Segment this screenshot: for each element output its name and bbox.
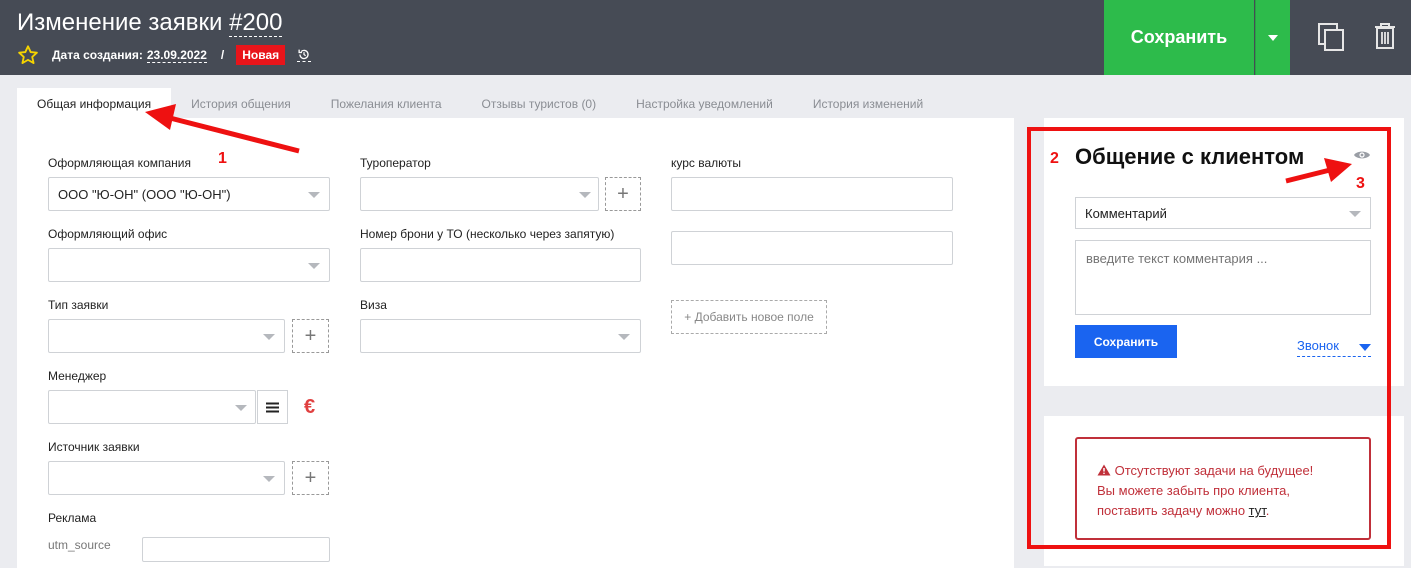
currency-icon[interactable]: € (304, 396, 315, 419)
header-bar: Изменение заявки #200 Дата создания: 23.… (0, 0, 1411, 75)
no-tasks-alert: Отсутствуют задачи на будущее! Вы можете… (1075, 437, 1371, 540)
alert-line-3-suffix: . (1265, 503, 1270, 518)
booking-input[interactable] (360, 248, 641, 282)
annotation-number-3: 3 (1356, 175, 1365, 192)
utm-source-label: utm_source (48, 538, 111, 552)
plus-icon: + (617, 182, 629, 205)
company-select[interactable]: ООО "Ю-ОН" (ООО "Ю-ОН") (48, 177, 330, 211)
status-badge[interactable]: Новая (236, 45, 286, 65)
company-value: ООО "Ю-ОН" (ООО "Ю-ОН") (58, 187, 231, 202)
utm-source-input[interactable] (142, 537, 330, 562)
rate-label: курс валюты (671, 156, 742, 170)
ads-label: Реклама (48, 511, 97, 525)
tab-tourist-reviews[interactable]: Отзывы туристов (0) (462, 88, 617, 118)
page-title: Изменение заявки #200 (17, 9, 283, 37)
extra-field-input[interactable] (671, 231, 953, 265)
company-label: Оформляющая компания (48, 156, 191, 170)
manager-list-button[interactable] (257, 390, 288, 424)
trash-icon[interactable] (1373, 22, 1397, 50)
plus-icon: + (304, 324, 317, 347)
alert-line-3: поставить задачу можно тут. (1097, 501, 1369, 521)
communication-title: Общение с клиентом (1075, 144, 1305, 169)
manager-label: Менеджер (48, 369, 107, 383)
message-type-select[interactable]: Комментарий (1075, 197, 1371, 229)
add-task-link[interactable]: тут (1249, 503, 1266, 518)
tab-general-info[interactable]: Общая информация (17, 88, 172, 118)
chevron-down-icon (235, 405, 247, 411)
alert-line-1: Отсутствуют задачи на будущее! (1097, 461, 1369, 481)
tab-change-history[interactable]: История изменений (793, 88, 943, 118)
tab-bar: Общая информация История общения Пожелан… (17, 88, 943, 118)
chevron-down-icon (308, 263, 320, 269)
chevron-down-icon (308, 192, 320, 198)
add-field-button[interactable]: + Добавить новое поле (671, 300, 827, 334)
tab-notification-settings[interactable]: Настройка уведомлений (616, 88, 793, 118)
chevron-down-icon (1359, 344, 1371, 351)
annotation-number-2: 2 (1050, 150, 1059, 167)
call-label: Звонок (1297, 338, 1339, 353)
rate-input[interactable] (671, 177, 953, 211)
visa-label: Виза (360, 298, 387, 312)
order-meta: Дата создания: 23.09.2022 / Новая (17, 44, 312, 66)
star-icon[interactable] (17, 44, 39, 66)
page-title-prefix: Изменение заявки (17, 9, 230, 36)
message-type-value: Комментарий (1085, 206, 1167, 221)
type-label: Тип заявки (48, 298, 109, 312)
chevron-down-icon (618, 334, 630, 340)
manager-select[interactable] (48, 390, 256, 424)
annotation-number-1: 1 (218, 150, 227, 167)
office-select[interactable] (48, 248, 330, 282)
tab-communication-history[interactable]: История общения (171, 88, 311, 118)
chevron-down-icon (1268, 34, 1278, 41)
tab-client-wishes[interactable]: Пожелания клиента (311, 88, 462, 118)
alert-line-3-prefix: поставить задачу можно (1097, 503, 1249, 518)
eye-icon[interactable] (1353, 149, 1371, 161)
chevron-down-icon (263, 334, 275, 340)
chevron-down-icon (263, 476, 275, 482)
office-label: Оформляющий офис (48, 227, 168, 241)
add-source-button[interactable]: + (292, 461, 329, 495)
source-label: Источник заявки (48, 440, 140, 454)
add-operator-button[interactable]: + (605, 177, 641, 211)
save-button[interactable]: Сохранить (1104, 0, 1254, 75)
meta-separator: / (220, 48, 225, 62)
alert-line-2: Вы можете забыть про клиента, (1097, 483, 1290, 498)
chevron-down-icon (1349, 211, 1361, 217)
add-type-button[interactable]: + (292, 319, 329, 353)
communication-panel: Общение с клиентом Комментарий Сохранить… (1044, 118, 1404, 386)
visa-select[interactable] (360, 319, 641, 353)
comment-textarea[interactable] (1075, 240, 1371, 315)
plus-icon: + (304, 466, 317, 489)
chevron-down-icon (579, 192, 591, 198)
tasks-panel: Отсутствуют задачи на будущее! Вы можете… (1044, 416, 1404, 566)
history-icon[interactable] (297, 48, 312, 62)
created-label: Дата создания: (52, 48, 143, 62)
copy-icon[interactable] (1317, 22, 1345, 52)
warning-icon (1097, 464, 1111, 476)
save-options-button[interactable] (1255, 0, 1290, 75)
general-info-form: Оформляющая компания ООО "Ю-ОН" (ООО "Ю-… (17, 118, 1014, 568)
source-select[interactable] (48, 461, 285, 495)
menu-icon (266, 402, 279, 412)
operator-select[interactable] (360, 177, 599, 211)
order-number[interactable]: #200 (229, 9, 283, 37)
booking-label: Номер брони у ТО (несколько через запяту… (360, 227, 615, 241)
call-dropdown[interactable]: Звонок (1297, 338, 1371, 357)
comment-save-button[interactable]: Сохранить (1075, 325, 1177, 358)
alert-line-1-text: Отсутствуют задачи на будущее! (1114, 463, 1314, 478)
operator-label: Туроператор (360, 156, 431, 170)
created-date[interactable]: 23.09.2022 (146, 48, 207, 63)
type-select[interactable] (48, 319, 285, 353)
